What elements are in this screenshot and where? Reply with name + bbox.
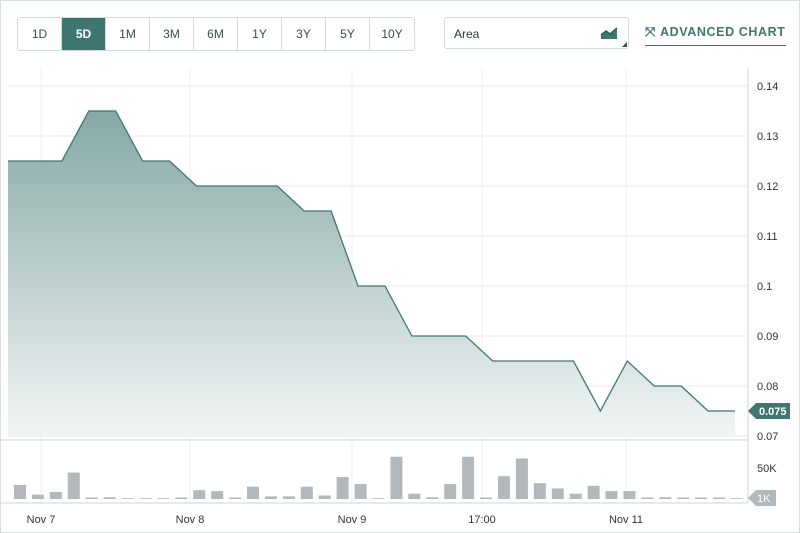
- volume-bar: [408, 493, 421, 499]
- volume-bar: [67, 472, 80, 499]
- volume-bar: [515, 458, 528, 499]
- price-tick-label: 0.14: [757, 81, 778, 93]
- price-tick-label: 0.12: [757, 181, 778, 193]
- volume-bar: [659, 497, 672, 499]
- volume-bar: [372, 498, 385, 499]
- volume-bar: [14, 484, 26, 499]
- volume-bar: [533, 483, 546, 499]
- volume-bar: [229, 497, 242, 499]
- volume-bar: [354, 484, 367, 499]
- volume-bar: [211, 491, 224, 499]
- volume-bar: [623, 491, 636, 499]
- price-tick-label: 0.13: [757, 131, 778, 143]
- volume-bar: [31, 494, 44, 499]
- volume-bar: [462, 456, 475, 499]
- x-tick-label: Nov 11: [609, 514, 643, 526]
- volume-bar: [390, 456, 403, 499]
- volume-bar: [282, 496, 295, 499]
- volume-bar: [103, 497, 116, 499]
- x-tick-label: 17:00: [468, 514, 496, 526]
- price-tick-label: 0.07: [757, 431, 778, 443]
- volume-bar: [551, 488, 564, 499]
- volume-bar: [731, 498, 743, 499]
- volume-bar: [336, 477, 349, 499]
- volume-tick-label: 50K: [757, 463, 777, 475]
- price-tick-label: 0.08: [757, 381, 778, 393]
- volume-tick-label: 1K: [757, 493, 771, 505]
- volume-bar: [480, 497, 493, 499]
- price-tick-label: 0.09: [757, 331, 778, 343]
- volume-bar: [193, 490, 206, 499]
- last-price-label: 0.075: [759, 406, 787, 418]
- volume-bar: [49, 491, 62, 499]
- volume-bar: [175, 497, 188, 499]
- volume-bar: [157, 498, 170, 499]
- x-tick-label: Nov 9: [338, 514, 367, 526]
- volume-bar: [695, 497, 708, 499]
- volume-bar: [677, 497, 690, 499]
- price-tick-label: 0.11: [757, 231, 778, 243]
- volume-bar: [139, 498, 152, 499]
- volume-bar: [85, 497, 98, 499]
- price-tick-label: 0.1: [757, 281, 772, 293]
- volume-bar: [426, 497, 439, 499]
- volume-bar: [121, 498, 134, 499]
- volume-bar: [318, 495, 331, 499]
- volume-bar: [569, 493, 582, 499]
- price-volume-chart[interactable]: 0.14 0.13 0.12 0.11 0.1 0.09 0.08 0.07 0.075 50K 1…: [0, 0, 800, 533]
- volume-bar: [444, 484, 457, 499]
- volume-bar: [247, 486, 260, 499]
- x-tick-label: Nov 8: [176, 514, 205, 526]
- volume-bar: [641, 497, 654, 499]
- volume-bar: [264, 496, 277, 499]
- volume-bars: [14, 456, 743, 499]
- volume-bar: [497, 476, 510, 499]
- volume-bar: [713, 497, 726, 499]
- volume-bar: [605, 491, 618, 499]
- volume-bar: [300, 486, 313, 499]
- volume-bar: [587, 485, 600, 499]
- x-tick-label: Nov 7: [27, 514, 56, 526]
